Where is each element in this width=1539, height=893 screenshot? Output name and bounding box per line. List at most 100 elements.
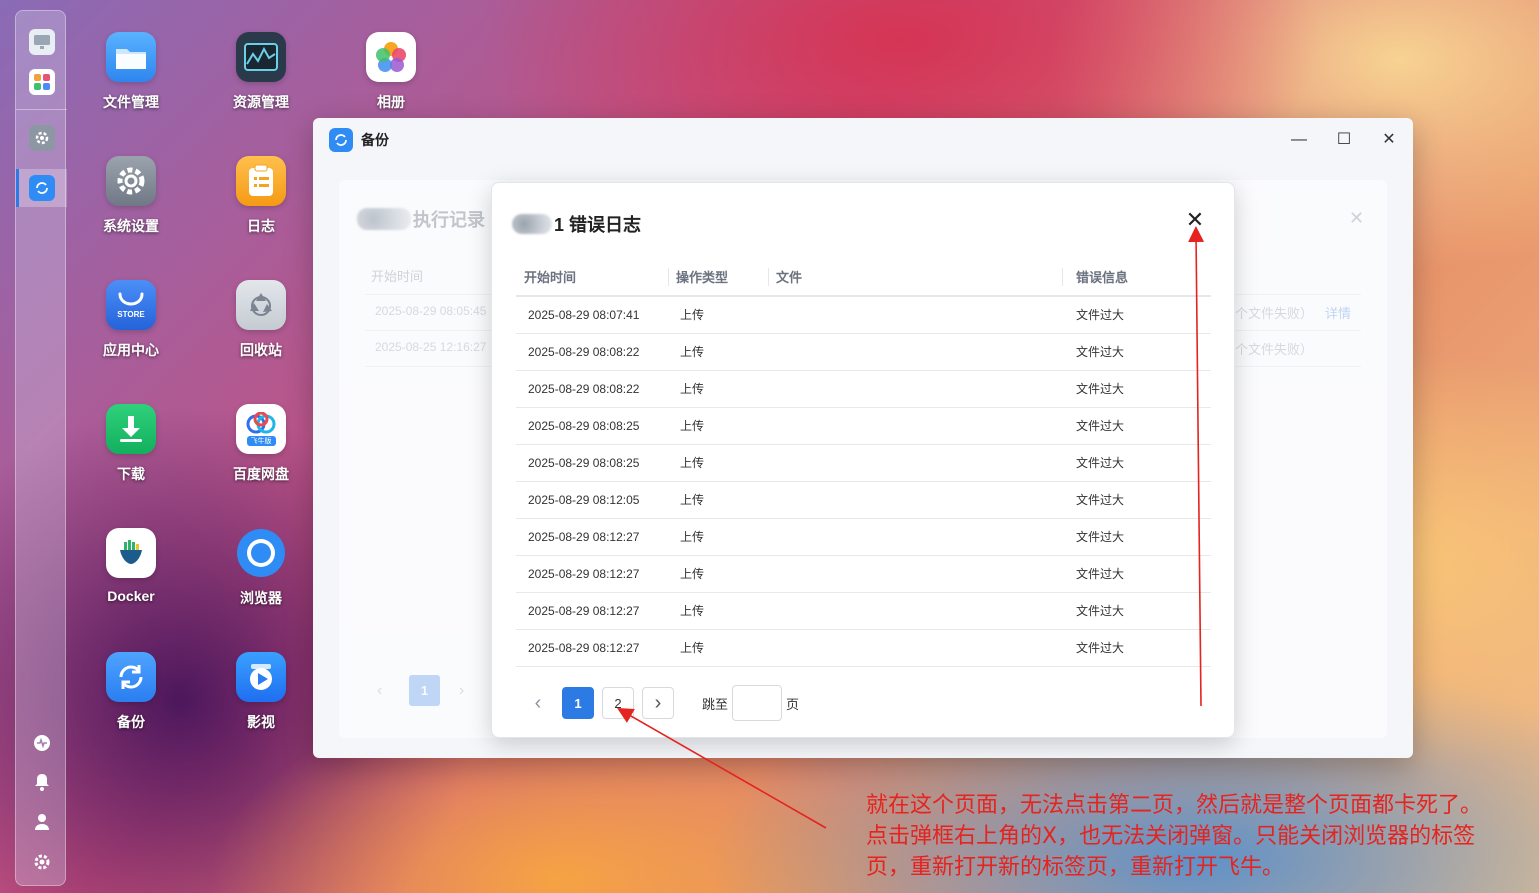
resource-monitor-icon (236, 32, 286, 82)
cell-file (768, 481, 1062, 519)
cell-start-time: 2025-08-29 08:12:27 (516, 518, 668, 556)
cell-error: 文件过大 (1062, 518, 1211, 556)
page-2-button[interactable]: 2 (602, 687, 634, 719)
minimize-icon[interactable]: — (1285, 128, 1313, 152)
table-row: 2025-08-29 08:08:22 上传 文件过大 (516, 333, 1211, 371)
page-jump: 跳至 页 (702, 685, 799, 721)
panel-row-time: 2025-08-25 12:16:27 (375, 340, 487, 354)
next-page-icon[interactable]: › (642, 687, 674, 719)
gear-icon[interactable] (29, 125, 55, 151)
folder-icon (106, 32, 156, 82)
desktop-icon-browser[interactable]: 浏览器 (206, 528, 316, 608)
blurred-task-name (357, 208, 411, 230)
desktop-icon-label: 影视 (247, 714, 275, 730)
desktop-icon-video[interactable]: 影视 (206, 652, 316, 732)
cell-file (768, 296, 1062, 334)
panel-row-info: 个文件失败） (1235, 342, 1314, 357)
desktop-icon-backup[interactable]: 备份 (76, 652, 186, 732)
sidebar-divider (16, 109, 67, 110)
desktop-icon-resource-manager[interactable]: 资源管理 (206, 32, 316, 112)
desktop-icon-label: 相册 (377, 94, 405, 110)
cell-operation: 上传 (668, 555, 768, 593)
baidu-cloud-icon: 飞牛版 (236, 404, 286, 454)
user-icon[interactable] (32, 813, 52, 833)
cell-file (768, 592, 1062, 630)
prev-page-icon[interactable]: ‹ (522, 687, 554, 719)
desktop-icon-label: 文件管理 (103, 94, 159, 110)
cell-error: 文件过大 (1062, 481, 1211, 519)
annotation-line: 就在这个页面，无法点击第二页，然后就是整个页面都卡死了。 (866, 793, 1483, 818)
details-link[interactable]: 详情 (1325, 303, 1351, 322)
panel-row-time: 2025-08-29 08:05:45 (375, 304, 487, 318)
bell-icon[interactable] (32, 773, 52, 793)
backup-app-icon[interactable] (29, 175, 55, 201)
cell-start-time: 2025-08-29 08:08:25 (516, 407, 668, 445)
settings-icon[interactable] (32, 853, 52, 873)
modal-title: 1 错误日志 (512, 211, 641, 237)
desktop-icon-label: 下载 (117, 466, 145, 482)
desktop-icon-file-manager[interactable]: 文件管理 (76, 32, 186, 112)
cell-file (768, 555, 1062, 593)
video-play-icon (236, 652, 286, 702)
docker-icon (106, 528, 156, 578)
cell-error: 文件过大 (1062, 407, 1211, 445)
activity-icon[interactable] (32, 734, 52, 754)
maximize-icon[interactable]: ☐ (1330, 128, 1358, 152)
app-grid-icon[interactable] (29, 69, 55, 95)
error-log-modal: 1 错误日志 ✕ 开始时间 操作类型 文件 错误信息 2025-08-29 08… (491, 182, 1235, 738)
desktop-icon-download[interactable]: 下载 (76, 404, 186, 484)
cell-operation: 上传 (668, 518, 768, 556)
cell-file (768, 370, 1062, 408)
page-jump-input[interactable] (732, 685, 783, 721)
panel-page-1[interactable]: 1 (409, 675, 440, 706)
next-page-icon[interactable]: › (459, 682, 464, 700)
annotation-line: 页，重新打开新的标签页，重新打开飞牛。 (866, 855, 1285, 880)
column-header-operation: 操作类型 (668, 258, 768, 297)
close-icon[interactable]: ✕ (1184, 209, 1206, 231)
download-icon (106, 404, 156, 454)
desktop-icon-logs[interactable]: 日志 (206, 156, 316, 236)
desktop-icon-label: 回收站 (240, 342, 282, 358)
cell-error: 文件过大 (1062, 592, 1211, 630)
table-row: 2025-08-29 08:07:41 上传 文件过大 (516, 296, 1211, 334)
cell-operation: 上传 (668, 629, 768, 667)
cell-operation: 上传 (668, 370, 768, 408)
jump-suffix: 页 (786, 696, 800, 712)
desktop-icon-label: 日志 (247, 218, 275, 234)
cell-start-time: 2025-08-29 08:08:22 (516, 333, 668, 371)
monitor-icon[interactable] (29, 29, 55, 55)
desktop-icon-label: 系统设置 (103, 218, 159, 234)
desktop-icon-baidu-netdisk[interactable]: 飞牛版 百度网盘 (206, 404, 316, 484)
page-1-button[interactable]: 1 (562, 687, 594, 719)
desktop-icon-app-center[interactable]: STORE 应用中心 (76, 280, 186, 360)
cell-start-time: 2025-08-29 08:12:27 (516, 555, 668, 593)
cell-operation: 上传 (668, 592, 768, 630)
photos-flower-icon (366, 32, 416, 82)
prev-page-icon[interactable]: ‹ (377, 682, 382, 700)
panel-title: 执行记录 (413, 210, 485, 230)
desktop-icon-recycle-bin[interactable]: 回收站 (206, 280, 316, 360)
table-row: 2025-08-29 08:08:22 上传 文件过大 (516, 370, 1211, 408)
cell-file (768, 629, 1062, 667)
cell-error: 文件过大 (1062, 444, 1211, 482)
cell-file (768, 444, 1062, 482)
table-row: 2025-08-29 08:08:25 上传 文件过大 (516, 407, 1211, 445)
close-window-icon[interactable]: ✕ (1375, 128, 1403, 152)
cell-file (768, 518, 1062, 556)
desktop-icon-photos[interactable]: 相册 (336, 32, 446, 112)
annotation-line: 点击弹框右上角的X，也无法关闭弹窗。只能关闭浏览器的标签 (866, 824, 1476, 849)
desktop-icon-docker[interactable]: Docker (76, 528, 186, 604)
panel-close-icon[interactable]: ✕ (1349, 208, 1364, 229)
cell-operation: 上传 (668, 444, 768, 482)
modal-title-text: 1 错误日志 (554, 215, 642, 235)
desktop-icon-system-settings[interactable]: 系统设置 (76, 156, 186, 236)
table-header-row: 开始时间 操作类型 文件 错误信息 (516, 258, 1211, 297)
cell-error: 文件过大 (1062, 333, 1211, 371)
cell-operation: 上传 (668, 333, 768, 371)
desktop-icon-label: 浏览器 (240, 590, 282, 606)
table-row: 2025-08-29 08:12:27 上传 文件过大 (516, 518, 1211, 556)
table-row: 2025-08-29 08:08:25 上传 文件过大 (516, 444, 1211, 482)
backup-app-icon (329, 128, 353, 152)
table-row: 2025-08-29 08:12:27 上传 文件过大 (516, 592, 1211, 630)
store-badge: STORE (117, 309, 145, 319)
